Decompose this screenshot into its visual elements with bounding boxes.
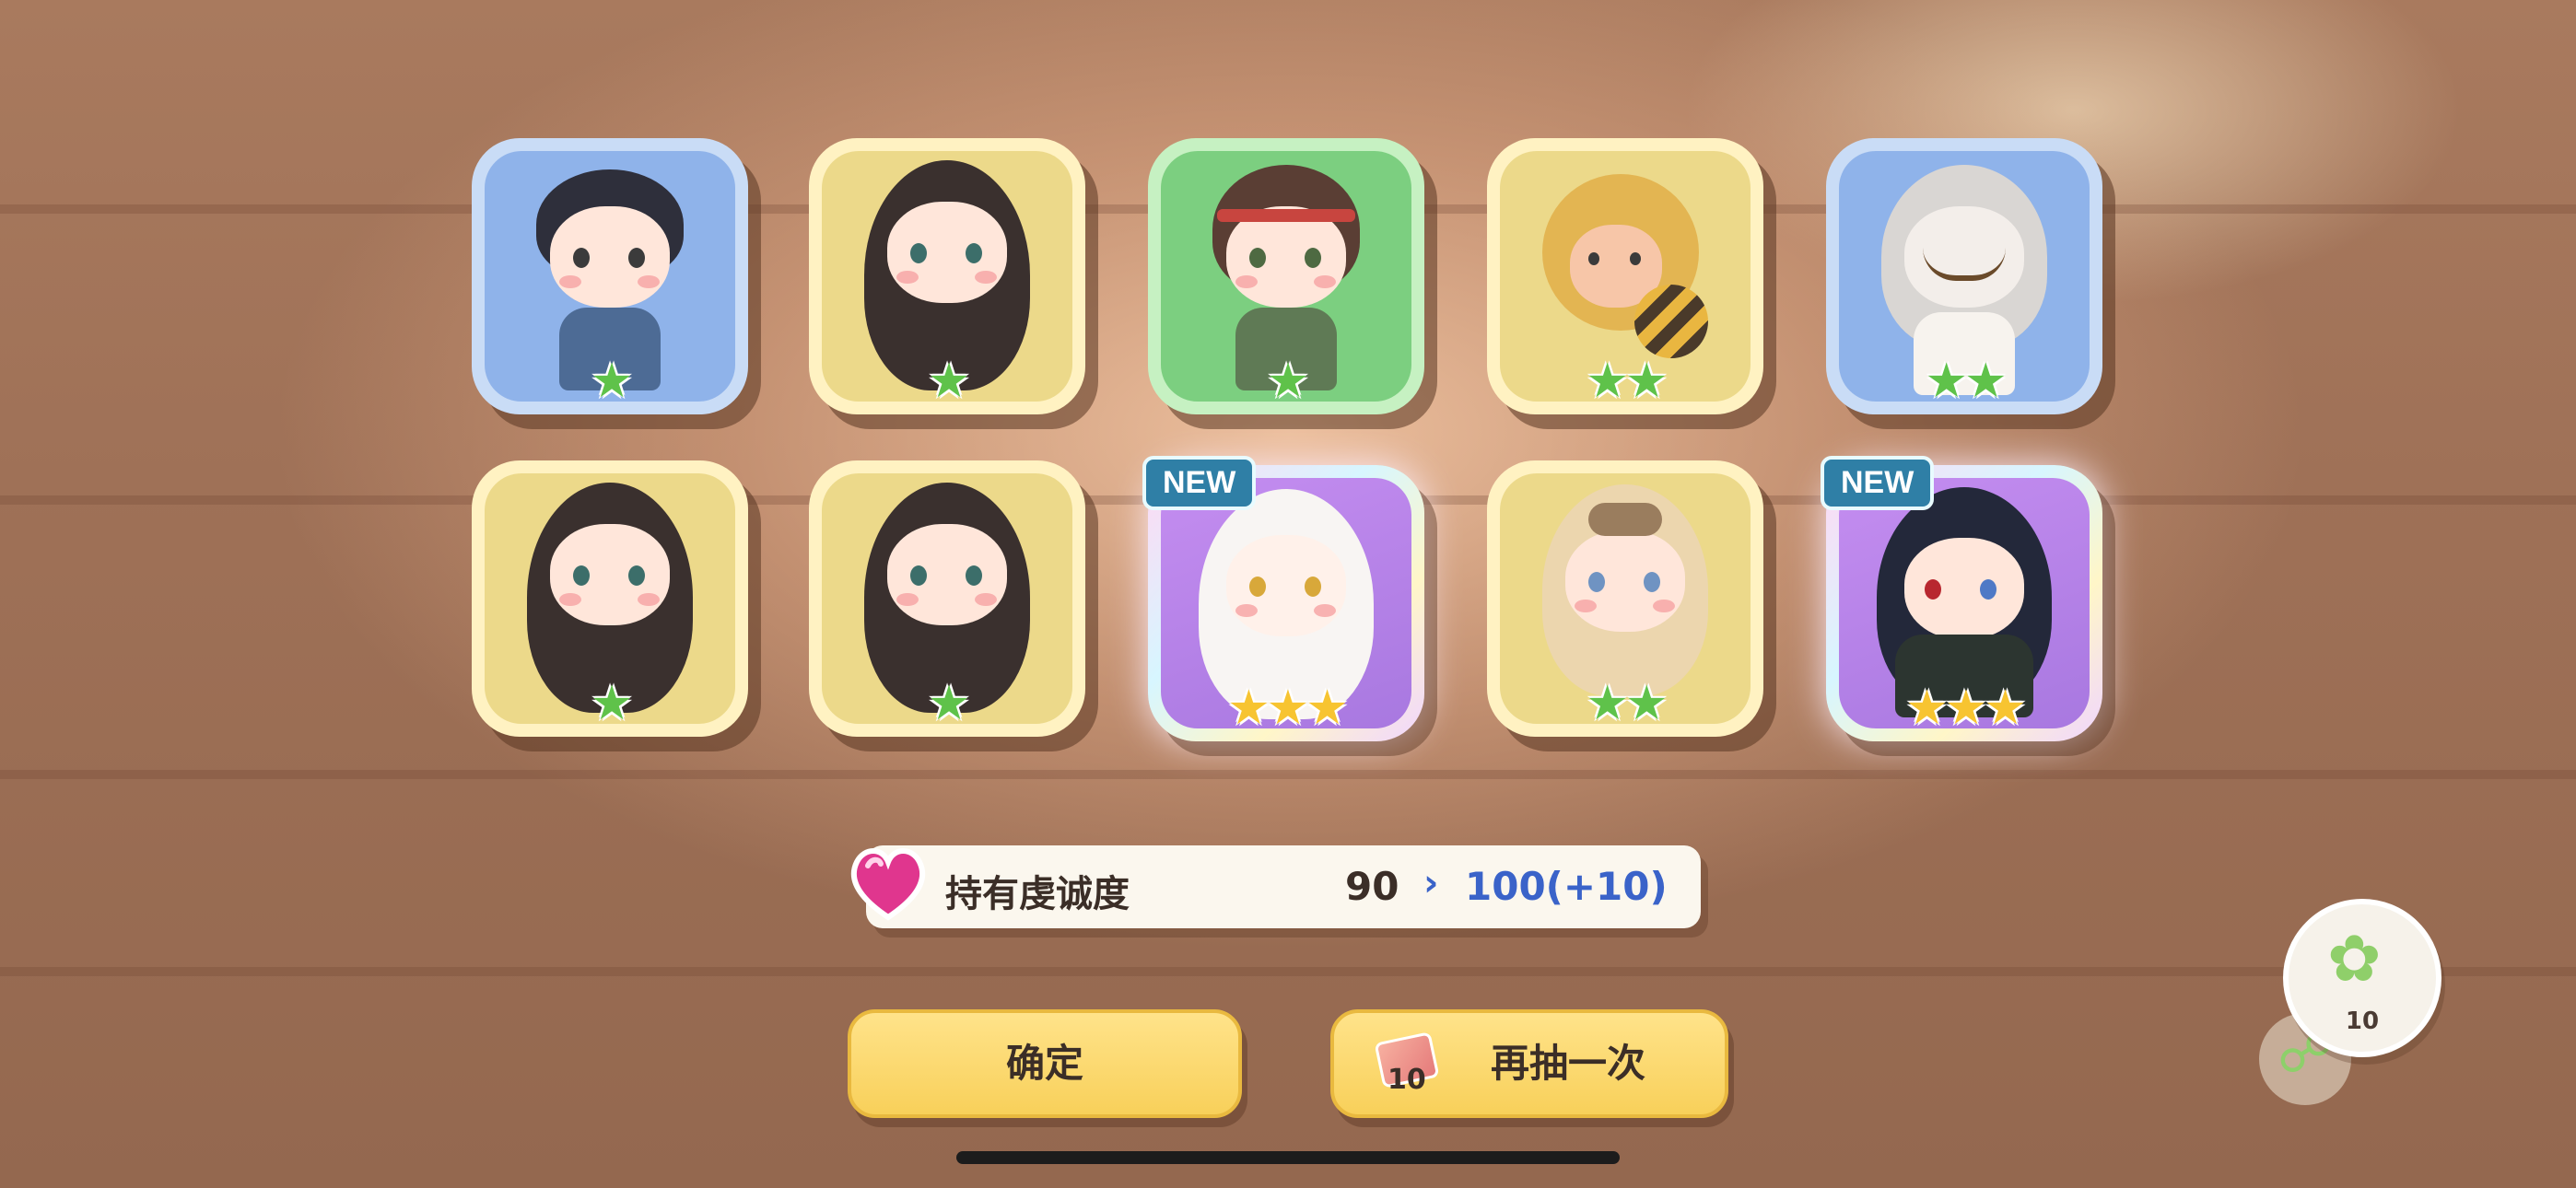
result-card-9[interactable]: ★★ xyxy=(1487,460,1763,737)
leaf-icon: ✿ xyxy=(2327,921,2382,996)
devotion-label: 持有虔诚度 xyxy=(945,873,1130,915)
home-indicator[interactable] xyxy=(956,1151,1620,1164)
rarity-stars: ★★ xyxy=(1586,676,1668,731)
new-badge: NEW xyxy=(1142,456,1257,510)
rarity-stars: ★ xyxy=(927,676,971,731)
confirm-button[interactable]: 确定 xyxy=(848,1009,1242,1118)
devotion-current: 90 xyxy=(1345,864,1399,909)
devotion-arrow: › xyxy=(1423,862,1439,904)
result-card-8[interactable]: ★★★ NEW xyxy=(1142,456,1424,741)
rarity-stars: ★★★ xyxy=(1905,681,2027,736)
rarity-stars: ★★ xyxy=(1586,354,1668,409)
rarity-stars: ★★★ xyxy=(1227,681,1349,736)
heart-icon xyxy=(846,840,931,925)
rarity-stars: ★ xyxy=(590,354,634,409)
result-card-2[interactable]: ★ xyxy=(809,138,1085,414)
plank-line xyxy=(0,770,2576,779)
draw-again-button[interactable]: 10 再抽一次 xyxy=(1330,1009,1728,1118)
new-badge: NEW xyxy=(1821,456,1935,510)
result-card-4[interactable]: ★★ xyxy=(1487,138,1763,414)
result-card-3[interactable]: ★ xyxy=(1148,138,1424,414)
rarity-stars: ★ xyxy=(1266,354,1310,409)
devotion-next: 100(+10) xyxy=(1465,864,1668,909)
ticket-count: 10 xyxy=(1388,1064,1426,1096)
result-card-6[interactable]: ★ xyxy=(472,460,748,737)
result-card-5[interactable]: ★★ xyxy=(1826,138,2102,414)
result-card-7[interactable]: ★ xyxy=(809,460,1085,737)
plank-line xyxy=(0,967,2576,976)
result-card-10[interactable]: ★★★ NEW xyxy=(1821,456,2102,741)
leaf-button[interactable]: ✿ 10 xyxy=(2283,899,2441,1057)
rarity-stars: ★★ xyxy=(1925,354,2007,409)
rarity-stars: ★ xyxy=(590,676,634,731)
leaf-count: 10 xyxy=(2345,1007,2380,1035)
result-card-1[interactable]: ★ xyxy=(472,138,748,414)
devotion-bar: 持有虔诚度 90 › 100(+10) xyxy=(866,845,1701,928)
draw-again-label: 再抽一次 xyxy=(1491,1041,1646,1086)
rarity-stars: ★ xyxy=(927,354,971,409)
